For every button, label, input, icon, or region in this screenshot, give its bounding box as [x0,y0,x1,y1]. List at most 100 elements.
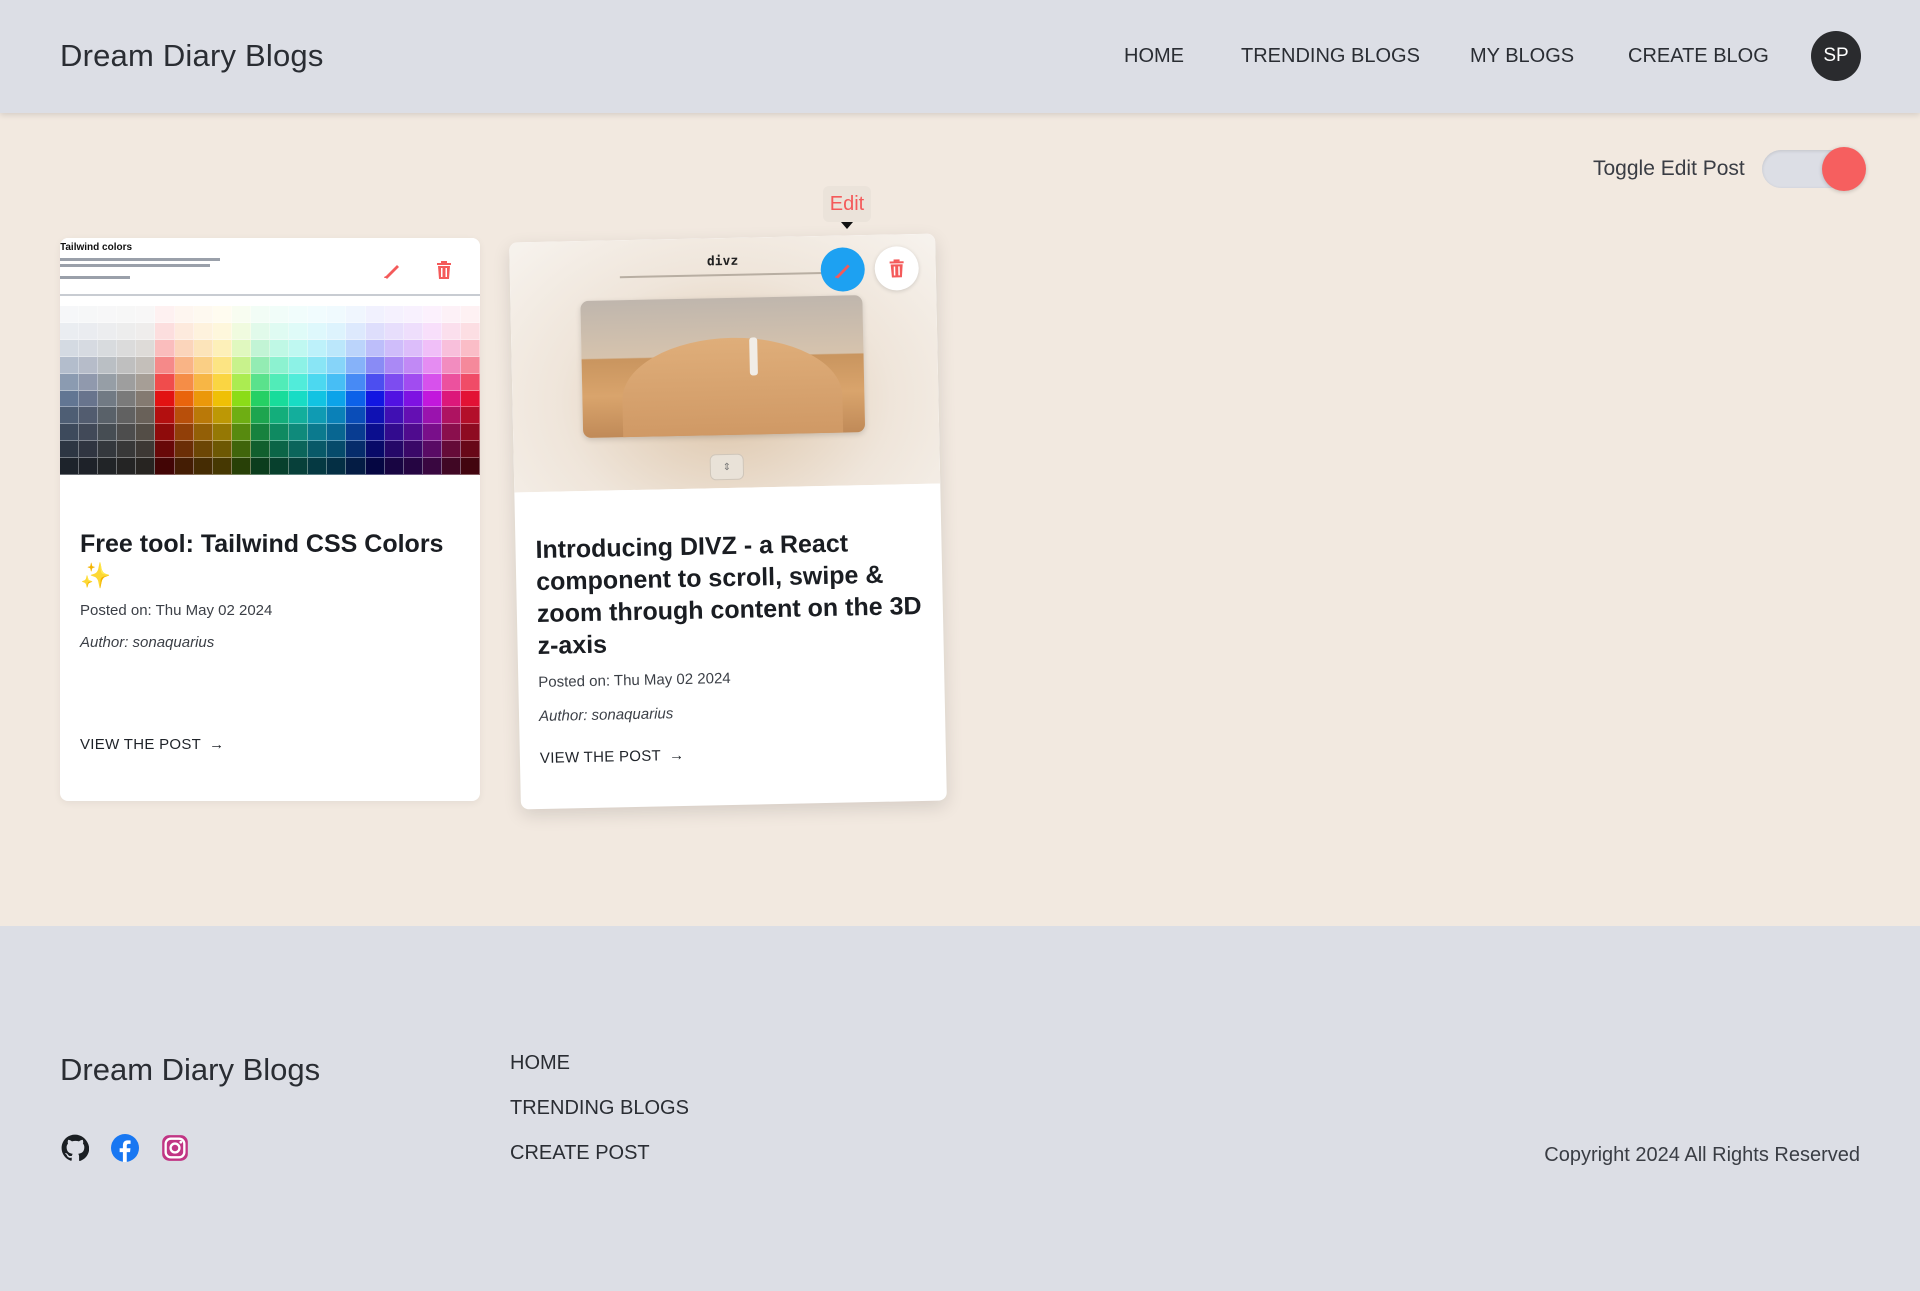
arrow-right-icon: → [209,736,225,753]
facebook-icon[interactable] [111,1134,139,1162]
color-swatch [270,306,290,323]
avatar[interactable]: SP [1811,31,1861,81]
nav-home[interactable]: HOME [1124,45,1184,68]
color-swatch [193,458,213,475]
color-swatch [193,373,213,391]
color-swatch [79,306,99,323]
color-swatch [384,424,404,442]
color-swatch [136,390,156,408]
color-swatch [174,424,194,442]
color-swatch [460,339,480,357]
color-swatch [98,458,118,475]
view-post-link[interactable]: VIEW THE POST → [80,736,224,753]
color-swatch [270,356,290,374]
color-swatch [365,441,385,459]
color-swatch [174,306,194,323]
scroll-handle-icon: ⇕ [709,453,745,481]
color-swatch [441,424,461,442]
post-title[interactable]: Introducing DIVZ - a React component to … [535,526,928,662]
nav-trending-blogs[interactable]: TRENDING BLOGS [1241,45,1420,68]
color-swatch [384,441,404,459]
color-swatch [422,322,442,340]
color-swatch [403,441,423,459]
color-swatch [384,306,404,323]
color-swatch [136,339,156,357]
color-swatch [212,458,232,475]
color-swatch [212,306,232,323]
color-swatch [384,407,404,425]
color-swatch [193,339,213,357]
color-swatch [289,306,309,323]
color-swatch [155,373,175,391]
color-swatch [98,356,118,374]
color-swatch [60,373,80,391]
color-swatch [79,390,99,408]
delete-post-button[interactable] [422,248,466,292]
color-swatch [346,424,366,442]
copyright-text: Copyright 2024 All Rights Reserved [1544,1144,1860,1166]
color-swatch [79,407,99,425]
color-swatch [231,356,251,374]
color-swatch [460,373,480,391]
toggle-edit-switch[interactable] [1762,147,1866,191]
color-swatch [460,441,480,459]
post-thumbnail: divz ⇕ [509,233,941,493]
color-swatch [289,458,309,475]
color-swatch [250,424,271,442]
post-title[interactable]: Free tool: Tailwind CSS Colors ✨ [80,528,460,592]
color-swatch [117,373,137,391]
color-swatch [422,339,442,357]
color-swatch [384,322,404,340]
color-swatch [98,441,118,459]
post-thumbnail: Tailwind colors [60,238,480,475]
color-swatch [441,356,461,374]
color-swatch [346,441,366,459]
color-swatch [384,373,404,391]
post-author: Author: sonaquarius [80,634,215,651]
color-swatch [136,306,156,323]
post-date: Posted on: Thu May 02 2024 [538,669,731,692]
color-swatch [98,322,118,340]
color-swatch [98,373,118,391]
nav-create-blog[interactable]: CREATE BLOG [1628,45,1769,68]
color-swatch [289,373,309,391]
view-post-link[interactable]: VIEW THE POST → [540,747,685,767]
edit-post-button[interactable] [370,248,414,292]
color-swatch [155,407,175,425]
color-swatch [79,356,99,374]
color-swatch [79,373,99,391]
color-swatch [441,390,461,408]
color-swatch [270,424,290,442]
color-swatch [308,339,328,357]
color-swatch [250,373,271,391]
color-swatch [422,407,442,425]
site-brand[interactable]: Dream Diary Blogs [60,38,324,74]
post-author: Author: sonaquarius [538,705,674,725]
color-swatch [327,458,347,475]
color-swatch [346,339,366,357]
footer-link-home[interactable]: HOME [510,1052,570,1075]
instagram-icon[interactable] [161,1134,189,1162]
color-swatch [60,322,80,340]
footer-link-trending-blogs[interactable]: TRENDING BLOGS [510,1097,689,1120]
color-swatch [403,424,423,442]
footer-brand[interactable]: Dream Diary Blogs [60,1052,320,1088]
color-swatch [346,306,366,323]
walker-figure [749,337,758,376]
color-swatch [136,356,156,374]
color-swatch [98,339,118,357]
footer-link-create-post[interactable]: CREATE POST [510,1142,650,1165]
color-swatch [289,356,309,374]
color-swatch [117,424,137,442]
color-swatch [289,322,309,340]
color-swatch [403,373,423,391]
color-swatch [327,339,347,357]
color-swatch [193,441,213,459]
color-swatch [117,441,137,459]
color-swatch [174,322,194,340]
nav-my-blogs[interactable]: MY BLOGS [1470,45,1574,68]
color-swatch [365,407,385,425]
github-icon[interactable] [61,1134,89,1162]
color-swatch [231,322,251,340]
color-palette-grid [60,306,480,475]
